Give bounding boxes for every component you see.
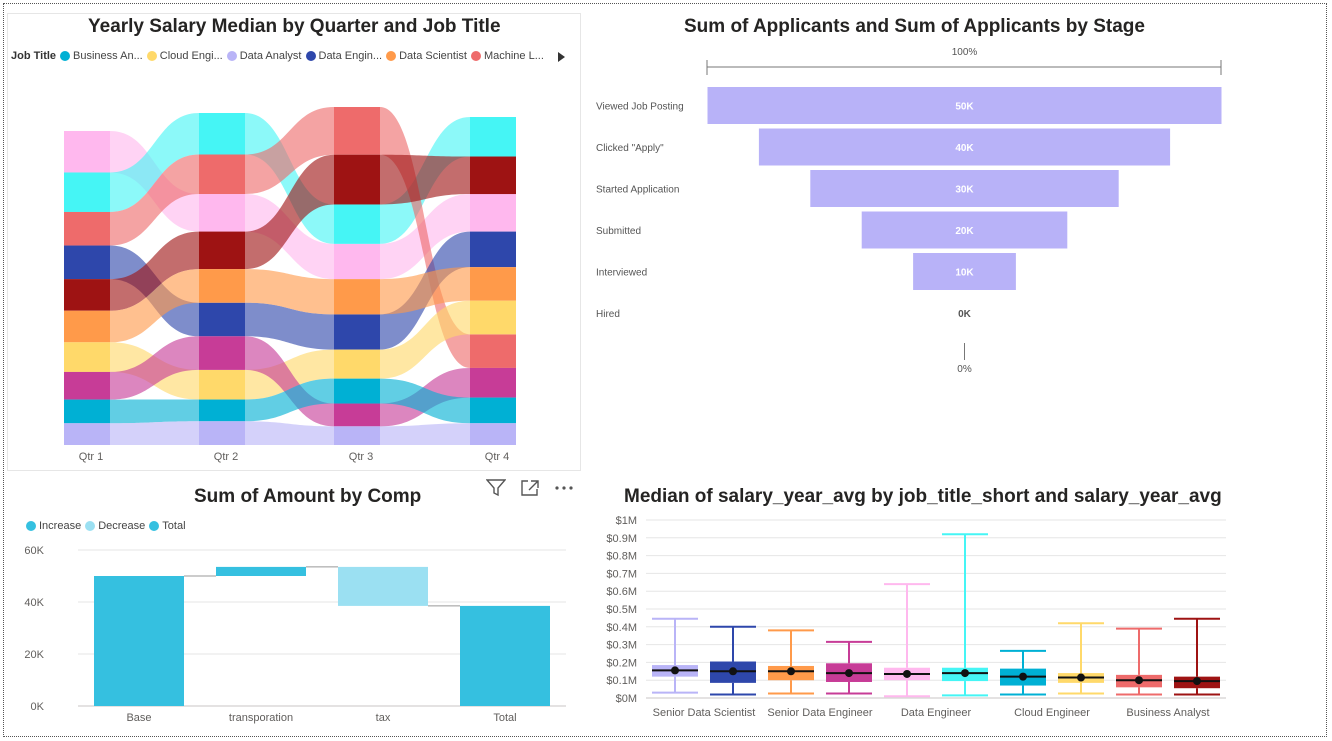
x-tick-label: Senior Data Scientist — [653, 707, 756, 719]
x-tick-label: Senior Data Engineer — [767, 707, 873, 719]
y-tick-label: $0.1M — [606, 675, 637, 687]
y-tick-label: $0.4M — [606, 622, 637, 634]
box-median-point — [903, 669, 911, 678]
box-median-point — [845, 669, 853, 678]
y-tick-label: $0M — [616, 693, 637, 705]
y-tick-label: $0.9M — [606, 533, 637, 545]
box-median-point — [1193, 677, 1201, 686]
y-tick-label: $1M — [616, 515, 637, 527]
y-tick-label: $0.8M — [606, 551, 637, 563]
x-tick-label: Business Analyst — [1126, 707, 1209, 719]
box-median-point — [1077, 673, 1085, 682]
box-median-point — [729, 667, 737, 676]
box-median-point — [1135, 676, 1143, 685]
box-median-point — [787, 667, 795, 676]
y-tick-label: $0.2M — [606, 657, 637, 669]
y-tick-label: $0.6M — [606, 586, 637, 598]
x-tick-label: Data Engineer — [901, 707, 972, 719]
box-median-point — [671, 666, 679, 675]
boxplot-chart[interactable]: $0M $0.1M $0.2M $0.3M $0.4M $0.5M $0.6M $0.7M $0… — [0, 0, 1332, 741]
y-tick-label: $0.7M — [606, 568, 637, 580]
y-tick-label: $0.5M — [606, 604, 637, 616]
y-tick-label: $0.3M — [606, 640, 637, 652]
box-median-point — [961, 669, 969, 678]
x-tick-label: Cloud Engineer — [1014, 707, 1090, 719]
box-median-point — [1019, 672, 1027, 681]
